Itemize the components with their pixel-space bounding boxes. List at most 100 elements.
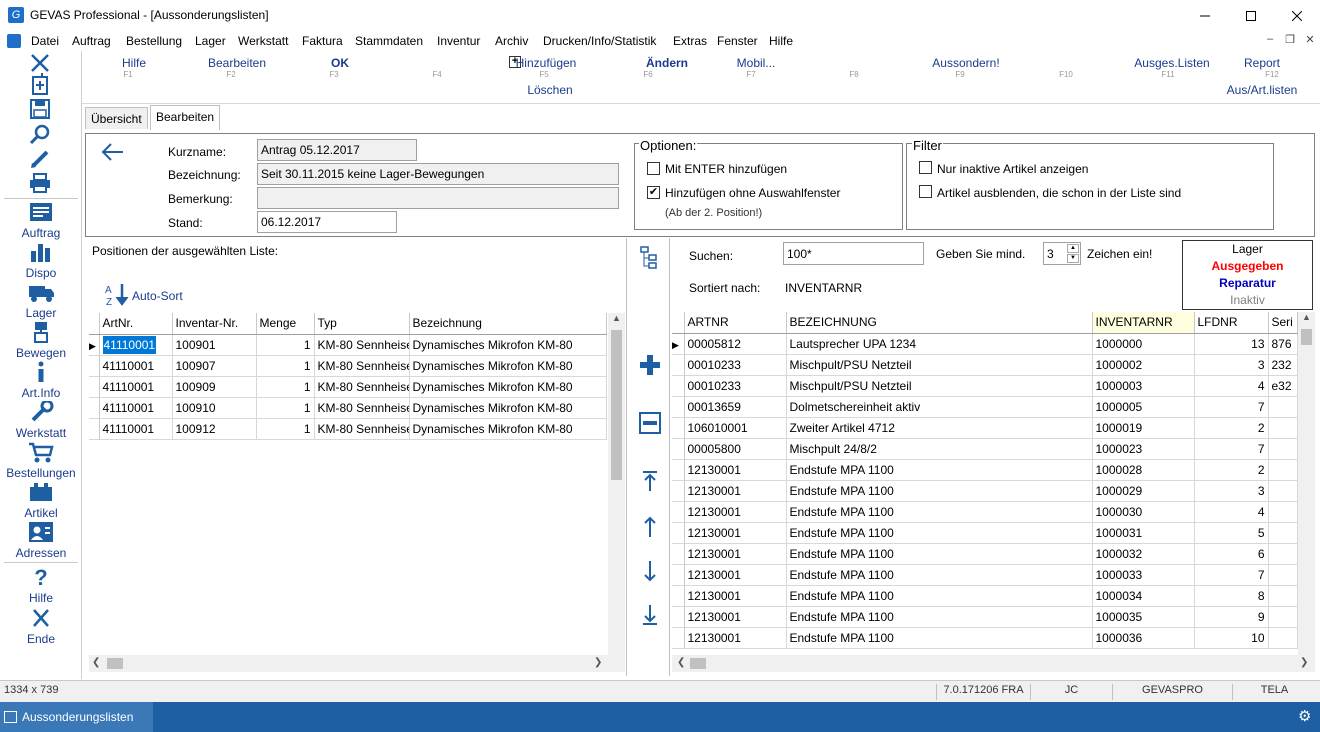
row-indicator[interactable] [672,585,685,607]
table-cell[interactable]: 5 [1194,522,1269,544]
nav-bewegen[interactable]: Bewegen [0,346,82,360]
table-row[interactable]: 12130001 Endstufe MPA 1100 1000031 5 [672,522,1298,544]
row-indicator[interactable] [672,564,685,586]
table-cell[interactable] [1268,564,1298,586]
table-cell[interactable] [1268,438,1298,460]
table-cell[interactable]: 1000023 [1092,438,1195,460]
row-indicator[interactable] [89,355,100,377]
table-cell[interactable]: 1000035 [1092,606,1195,628]
remove-position-icon[interactable] [639,412,661,434]
edit-pencil-icon[interactable] [24,147,56,171]
table-cell[interactable]: Mischpult/PSU Netzteil [786,375,1093,397]
col-lfdnr[interactable]: LFDNR [1194,312,1269,334]
print-icon[interactable] [24,171,56,195]
table-cell[interactable]: Dynamisches Mikrofon KM-80 [409,418,607,440]
min-chars-stepper[interactable]: 3 ▲ ▼ [1043,242,1081,265]
search-results-table[interactable]: ARTNR BEZEICHNUNG INVENTARNR LFDNR Seri … [672,312,1298,649]
col-typ[interactable]: Typ [314,313,410,335]
table-cell[interactable]: 8 [1194,585,1269,607]
menu-stammdaten[interactable]: Stammdaten [355,34,423,48]
col-artnr[interactable]: ARTNR [684,312,787,334]
col-bezeichnung[interactable]: BEZEICHNUNG [786,312,1093,334]
row-indicator[interactable] [89,397,100,419]
table-cell[interactable]: 41110001 [99,334,173,356]
col-seriennummer[interactable]: Seri [1268,312,1298,334]
nav-ende[interactable]: Ende [0,632,82,646]
left-horizontal-scrollbar[interactable]: ❮ ❯ [89,655,625,672]
table-cell[interactable]: 1000019 [1092,417,1195,439]
table-row[interactable]: ▶ 41110001 100901 1 KM-80 Sennheiser Dynamisc… [89,334,607,356]
positions-table[interactable]: ArtNr. Inventar-Nr. Menge Typ Bezeichnun… [89,313,607,440]
maximize-button[interactable] [1228,0,1274,31]
search-input[interactable]: 100* [783,242,924,265]
table-row[interactable]: 41110001 100912 1 KM-80 Sennheiser Dynamisch… [89,418,607,440]
table-cell[interactable] [1268,522,1298,544]
aus-art-listen-button[interactable]: Aus/Art.listen [1207,83,1317,97]
mdi-close-icon[interactable]: ✕ [1302,33,1318,49]
nav-dispo[interactable]: Dispo [0,266,82,280]
table-cell[interactable] [1268,480,1298,502]
row-indicator[interactable] [672,417,685,439]
table-cell[interactable] [1268,627,1298,649]
table-cell[interactable]: 4 [1194,501,1269,523]
table-cell[interactable]: 4 [1194,375,1269,397]
table-cell[interactable]: 12130001 [684,522,787,544]
nav-hilfe[interactable]: Hilfe [0,591,82,605]
table-cell[interactable]: 9 [1194,606,1269,628]
row-indicator[interactable] [672,480,685,502]
table-cell[interactable]: Dynamisches Mikrofon KM-80 [409,376,607,398]
table-cell[interactable]: Endstufe MPA 1100 [786,627,1093,649]
table-row[interactable]: 12130001 Endstufe MPA 1100 1000033 7 [672,564,1298,586]
row-indicator[interactable] [672,543,685,565]
table-row[interactable]: 41110001 100909 1 KM-80 Sennheiser Dynamisch… [89,376,607,398]
table-cell[interactable]: Endstufe MPA 1100 [786,501,1093,523]
table-cell[interactable]: Endstufe MPA 1100 [786,522,1093,544]
table-cell[interactable]: 100901 [172,334,257,356]
row-indicator[interactable] [672,354,685,376]
table-cell[interactable]: Dynamisches Mikrofon KM-80 [409,397,607,419]
tree-view-icon[interactable] [640,246,658,270]
table-cell[interactable]: Mischpult 24/8/2 [786,438,1093,460]
table-cell[interactable]: 12130001 [684,627,787,649]
table-cell[interactable]: 12130001 [684,585,787,607]
col-menge[interactable]: Menge [256,313,315,335]
table-cell[interactable]: 00013659 [684,396,787,418]
table-row[interactable]: 00010233 Mischpult/PSU Netzteil 1000003 4 e3… [672,375,1298,397]
table-cell[interactable]: KM-80 Sennheiser [314,418,410,440]
ausblenden-checkbox[interactable] [919,185,932,198]
table-cell[interactable]: 12130001 [684,606,787,628]
table-cell[interactable]: 1000000 [1092,333,1195,355]
table-row[interactable]: 00013659 Dolmetschereinheit aktiv 1000005 7 [672,396,1298,418]
f1-hilfe-button[interactable]: Hilfe [79,56,189,70]
col-artnr[interactable]: ArtNr. [99,313,173,335]
table-cell[interactable] [1268,417,1298,439]
table-row[interactable]: 41110001 100910 1 KM-80 Sennheiser Dynamisch… [89,397,607,419]
col-bezeichnung[interactable]: Bezeichnung [409,313,607,335]
table-cell[interactable]: Endstufe MPA 1100 [786,606,1093,628]
table-row[interactable]: 12130001 Endstufe MPA 1100 1000032 6 [672,543,1298,565]
table-cell[interactable]: 12130001 [684,480,787,502]
table-cell[interactable]: Dolmetschereinheit aktiv [786,396,1093,418]
table-cell[interactable]: 1 [256,397,315,419]
nav-adressen[interactable]: Adressen [0,546,82,560]
table-cell[interactable]: KM-80 Sennheiser [314,376,410,398]
table-cell[interactable]: KM-80 Sennheiser [314,334,410,356]
settings-gear-icon[interactable]: ⚙ [1298,707,1311,725]
table-cell[interactable]: 12130001 [684,501,787,523]
row-indicator[interactable] [672,627,685,649]
table-cell[interactable]: Lautsprecher UPA 1234 [786,333,1093,355]
table-cell[interactable]: Endstufe MPA 1100 [786,459,1093,481]
table-cell[interactable] [1268,585,1298,607]
table-cell[interactable]: Endstufe MPA 1100 [786,585,1093,607]
table-cell[interactable]: e32 [1268,375,1298,397]
table-cell[interactable]: KM-80 Sennheiser [314,397,410,419]
table-cell[interactable]: 00005812 [684,333,787,355]
table-cell[interactable]: 1000034 [1092,585,1195,607]
table-cell[interactable]: 1000032 [1092,543,1195,565]
table-cell[interactable]: 41110001 [99,355,173,377]
table-cell[interactable] [1268,459,1298,481]
nav-bestellungen[interactable]: Bestellungen [0,466,82,480]
nav-artikel[interactable]: Artikel [0,506,82,520]
table-cell[interactable]: 13 [1194,333,1269,355]
table-cell[interactable]: 1000029 [1092,480,1195,502]
